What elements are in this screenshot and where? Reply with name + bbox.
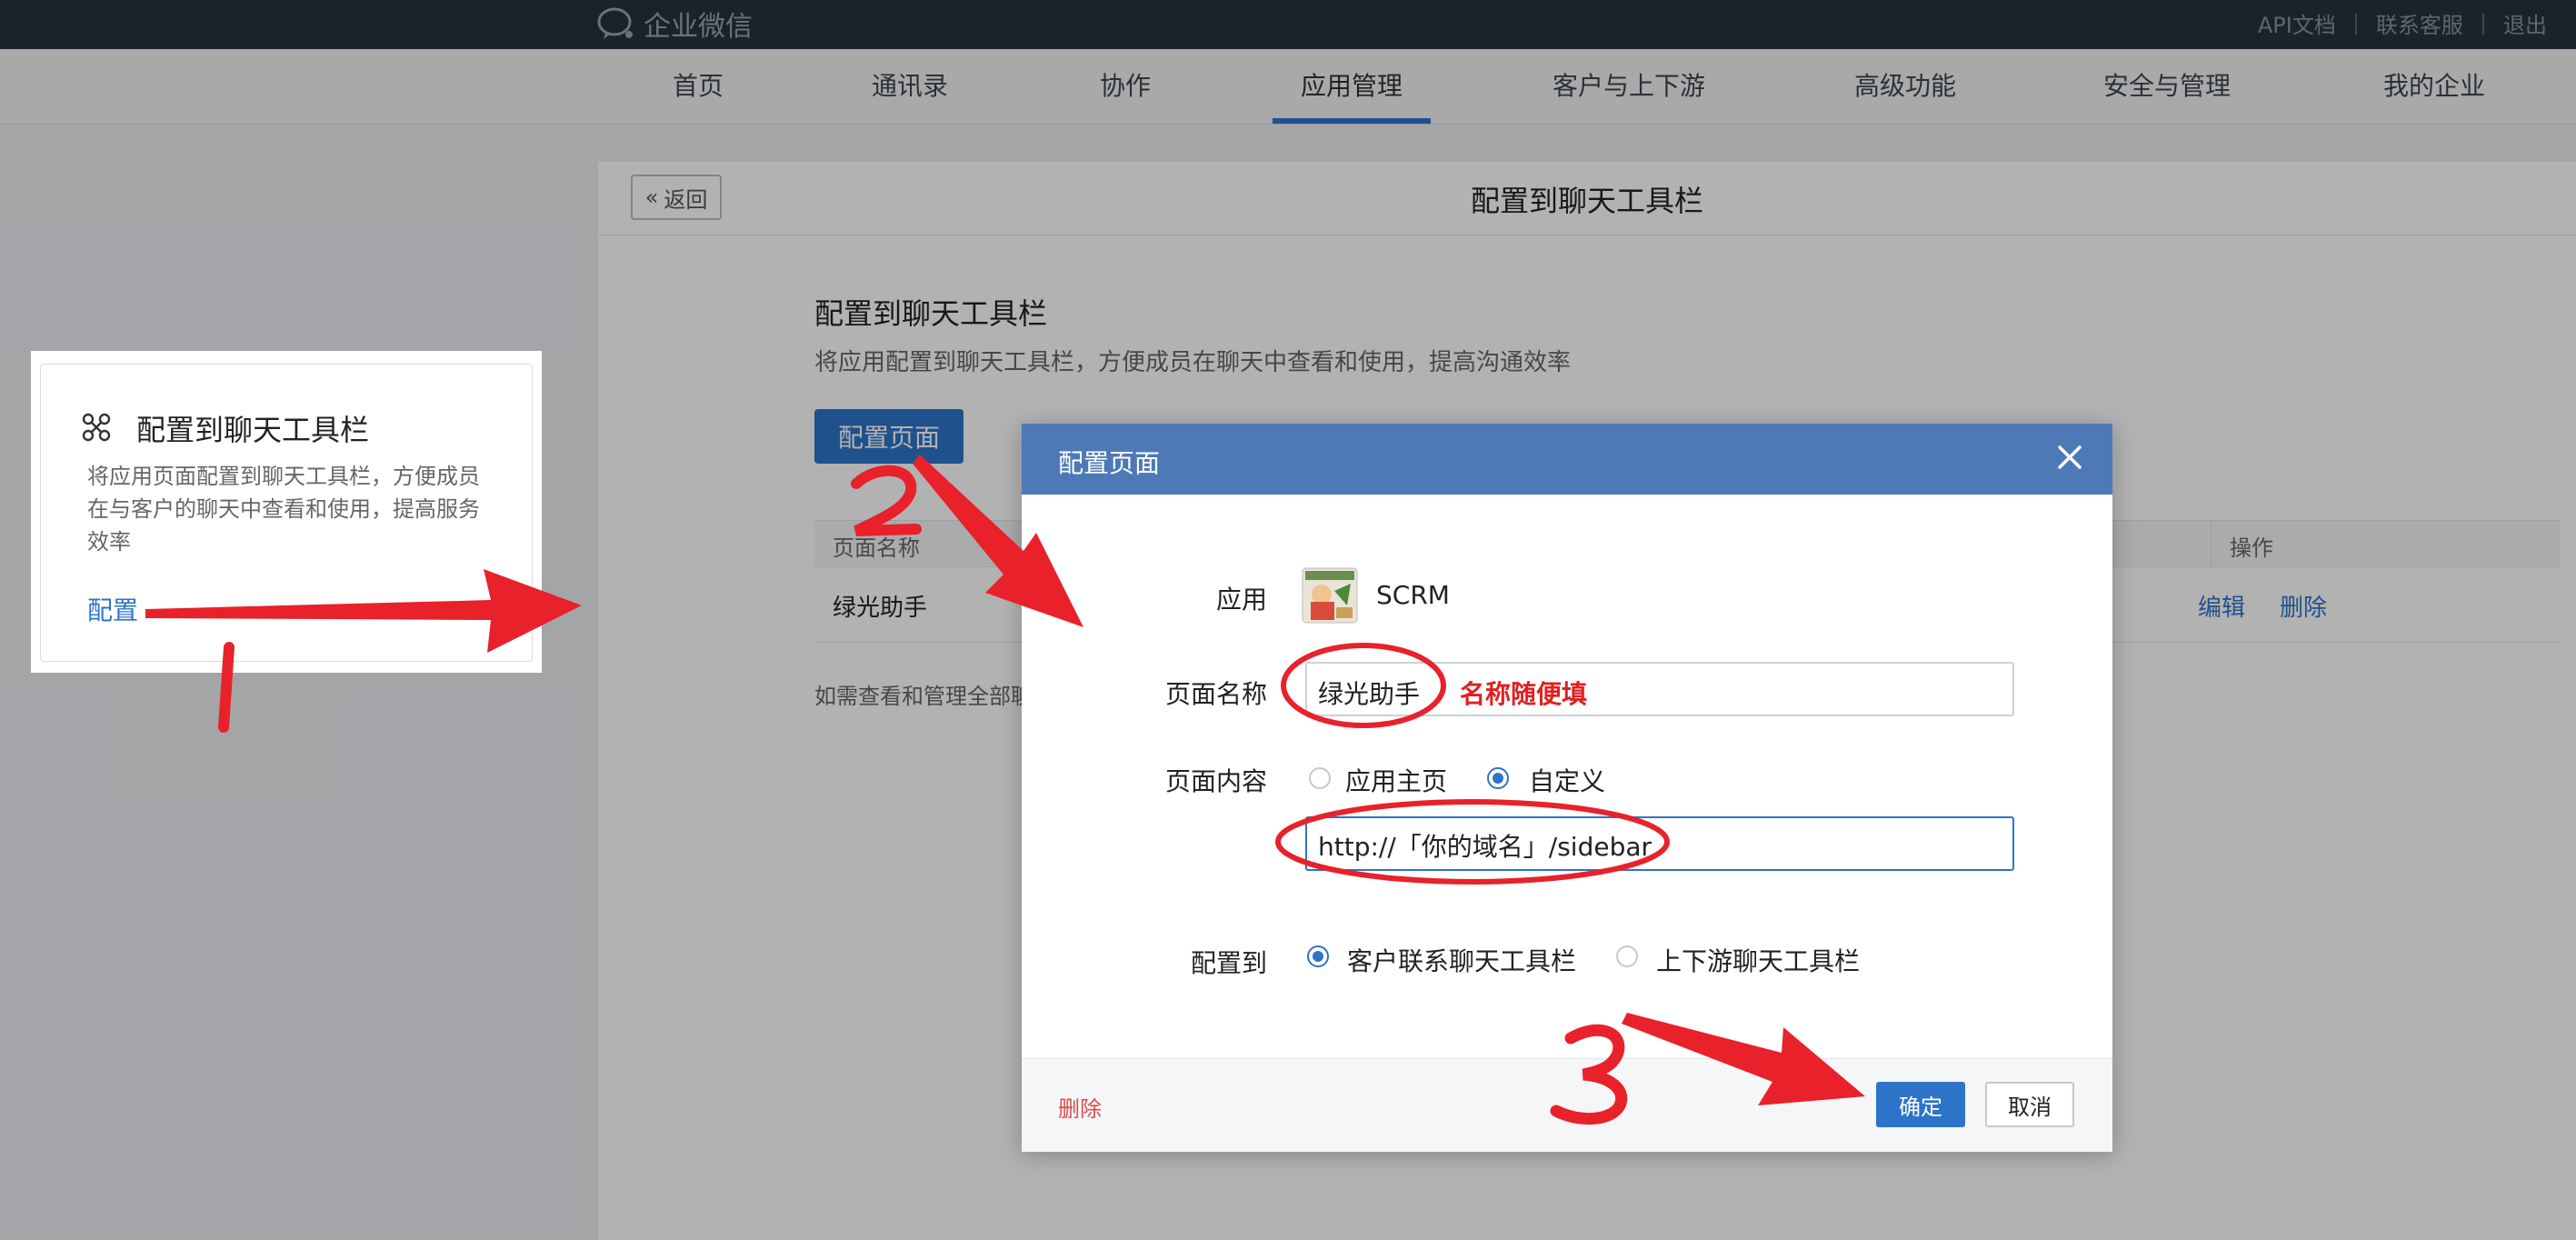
dialog-title: 配置页面 — [1058, 448, 1161, 478]
app-avatar-icon — [1302, 567, 1358, 624]
page-content-label: 页面内容 — [1164, 766, 1267, 796]
radio-upstream-toolbar[interactable] — [1616, 945, 1638, 967]
configure-to-label: 配置到 — [1190, 948, 1267, 978]
custom-url-value: http://「你的域名」/sidebar — [1318, 832, 1652, 862]
radio-custom[interactable] — [1487, 767, 1509, 789]
radio-custom-label: 自定义 — [1529, 766, 1606, 796]
page-name-label: 页面名称 — [1164, 679, 1267, 709]
callout-title: 配置到聊天工具栏 — [136, 413, 370, 447]
cancel-button[interactable]: 取消 — [1985, 1082, 2074, 1127]
callout-configure-link[interactable]: 配置 — [87, 591, 138, 627]
configure-page-dialog: 配置页面 应用 SCRM 页面名称 绿光助手 名称随便填 页面内容 应用主页 自… — [1022, 424, 2112, 1152]
dialog-header: 配置页面 — [1022, 424, 2112, 495]
app-label: 应用 — [1215, 585, 1267, 615]
radio-upstream-toolbar-label: 上下游聊天工具栏 — [1656, 946, 1861, 976]
radio-customer-toolbar[interactable] — [1307, 945, 1329, 967]
dialog-delete-link[interactable]: 删除 — [1058, 1091, 1102, 1123]
toolbar-config-icon — [82, 413, 111, 442]
radio-app-home-label: 应用主页 — [1345, 766, 1448, 796]
radio-app-home[interactable] — [1309, 767, 1331, 789]
page-name-value: 绿光助手 — [1318, 679, 1421, 709]
page-name-note: 名称随便填 — [1460, 679, 1588, 709]
app-name: SCRM — [1376, 580, 1450, 610]
radio-customer-toolbar-label: 客户联系聊天工具栏 — [1347, 946, 1577, 976]
callout-description: 将应用页面配置到聊天工具栏，方便成员在与客户的聊天中查看和使用，提高服务效率 — [87, 464, 480, 555]
close-icon[interactable] — [2054, 442, 2085, 473]
confirm-button[interactable]: 确定 — [1876, 1082, 1965, 1127]
